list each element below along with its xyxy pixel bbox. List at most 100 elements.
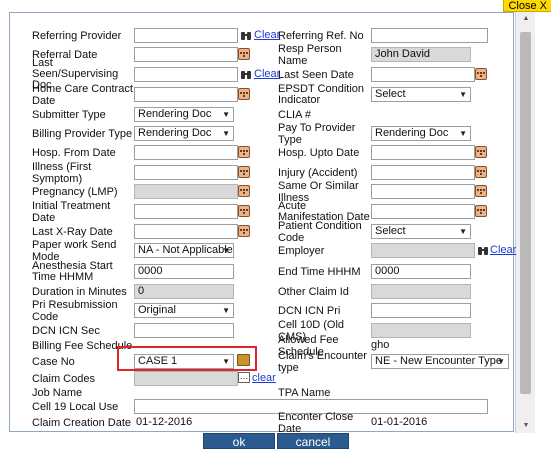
form-row: Pregnancy (LMP) Same Or Similar Illness	[10, 179, 515, 204]
pregnancy-lmp-field	[134, 184, 238, 199]
last-seen-date-label: Last Seen Date	[278, 68, 354, 81]
patient-condition-code-value: Select	[375, 225, 406, 237]
claim-creation-date-label: Claim Creation Date	[32, 416, 132, 429]
claim-creation-date-value: 01-12-2016	[136, 416, 193, 428]
chevron-down-icon: ▼	[459, 90, 467, 99]
referral-date-input[interactable]	[134, 47, 238, 62]
chevron-down-icon: ▼	[459, 227, 467, 236]
calendar-icon[interactable]	[238, 205, 250, 217]
calendar-icon[interactable]	[475, 205, 487, 217]
scroll-thumb[interactable]	[520, 32, 531, 394]
pay-to-provider-type-label: Pay To Provider Type	[278, 121, 356, 146]
paper-work-send-mode-label: Paper work Send Mode	[32, 238, 117, 263]
paper-work-send-mode-select[interactable]: NA - Not Applicable ▼	[134, 243, 234, 258]
calendar-icon[interactable]	[238, 166, 250, 178]
illness-first-symptom-input[interactable]	[134, 165, 238, 180]
billing-provider-type-value: Rendering Doc	[138, 127, 212, 139]
scroll-down-icon[interactable]: ▼	[516, 419, 536, 433]
same-or-similar-illness-input[interactable]	[371, 184, 475, 199]
pri-resubmission-code-select[interactable]: Original ▼	[134, 303, 234, 318]
last-seen-doc-input[interactable]	[134, 67, 238, 82]
pay-to-provider-type-select[interactable]: Rendering Doc ▼	[371, 126, 471, 141]
binoculars-icon[interactable]	[240, 29, 252, 41]
referring-provider-input[interactable]	[134, 28, 238, 43]
employer-field	[371, 243, 475, 258]
calendar-icon[interactable]	[238, 185, 250, 197]
calendar-icon[interactable]	[238, 225, 250, 237]
duration-minutes-field: 0	[134, 284, 234, 299]
patient-condition-code-label: Patient Condition Code	[278, 219, 362, 244]
initial-treatment-date-label: Initial Treatment Date	[32, 199, 111, 224]
calendar-icon[interactable]	[238, 48, 250, 60]
injury-accident-input[interactable]	[371, 165, 475, 180]
acute-manifestation-date-input[interactable]	[371, 204, 475, 219]
last-seen-doc-label: Last Seen/Supervising Doc	[32, 57, 119, 91]
encounter-close-date-value: 01-01-2016	[371, 416, 428, 428]
form-row: Claim Creation Date 01-12-2016 Enconter …	[10, 410, 515, 435]
cell-10d-field	[371, 323, 471, 338]
billing-provider-type-label: Billing Provider Type	[32, 127, 133, 140]
resp-person-name-label: Resp Person Name	[278, 42, 342, 67]
ellipsis-icon[interactable]: …	[238, 372, 250, 383]
encounter-close-date-label: Enconter Close Date	[278, 410, 354, 435]
employer-clear-link[interactable]: Clear	[490, 241, 516, 260]
end-time-input[interactable]: 0000	[371, 264, 471, 279]
chevron-down-icon: ▼	[497, 357, 505, 366]
form-row: Pri Resubmission Code Original ▼ DCN ICN …	[10, 298, 515, 323]
form-row: Hosp. From Date Hosp. Upto Date	[10, 143, 515, 162]
pregnancy-lmp-label: Pregnancy (LMP)	[32, 185, 118, 198]
binoculars-icon[interactable]	[477, 244, 489, 256]
end-time-label: End Time HHHM	[278, 265, 361, 278]
binoculars-icon[interactable]	[240, 68, 252, 80]
paper-work-send-mode-value: NA - Not Applicable	[138, 244, 233, 256]
last-seen-doc-clear-link[interactable]: Clear	[254, 65, 280, 84]
other-claim-id-label: Other Claim Id	[278, 285, 349, 298]
calendar-icon[interactable]	[475, 146, 487, 158]
form-row: Initial Treatment Date Acute Manifestati…	[10, 199, 515, 224]
dcn-icn-sec-input[interactable]	[134, 323, 234, 338]
pay-to-provider-type-value: Rendering Doc	[375, 127, 449, 139]
home-care-contract-date-input[interactable]	[134, 87, 238, 102]
submitter-type-value: Rendering Doc	[138, 108, 212, 120]
epsdt-condition-label: EPSDT Condition Indicator	[278, 82, 365, 106]
patient-condition-code-select[interactable]: Select ▼	[371, 224, 471, 239]
referring-provider-clear-link[interactable]: Clear	[254, 26, 280, 45]
calendar-icon[interactable]	[238, 88, 250, 100]
form-row: Home Care Contract Date EPSDT Condition …	[10, 82, 515, 107]
hosp-upto-date-input[interactable]	[371, 145, 475, 160]
chevron-down-icon: ▼	[222, 110, 230, 119]
calendar-icon[interactable]	[238, 146, 250, 158]
form-row: Billing Provider Type Rendering Doc ▼ Pay…	[10, 121, 515, 146]
hosp-from-date-input[interactable]	[134, 145, 238, 160]
calendar-icon[interactable]	[475, 166, 487, 178]
referring-provider-label: Referring Provider	[32, 29, 122, 42]
pri-resubmission-code-label: Pri Resubmission Code	[32, 298, 118, 323]
claims-encounter-type-select[interactable]: NE - New Encounter Type ▼	[371, 354, 509, 369]
submitter-type-select[interactable]: Rendering Doc ▼	[134, 107, 234, 122]
cancel-button[interactable]: cancel	[277, 433, 349, 449]
form-row: Anesthesia Start Time HHMM 0000 End Time…	[10, 259, 515, 283]
employer-label: Employer	[278, 244, 325, 257]
initial-treatment-date-input[interactable]	[134, 204, 238, 219]
chevron-down-icon: ▼	[222, 306, 230, 315]
billing-provider-type-select[interactable]: Rendering Doc ▼	[134, 126, 234, 141]
last-seen-date-input[interactable]	[371, 67, 475, 82]
form-row: Paper work Send Mode NA - Not Applicable…	[10, 238, 516, 263]
scroll-up-icon[interactable]: ▲	[516, 12, 536, 26]
ok-button[interactable]: ok	[203, 433, 275, 449]
home-care-contract-date-label: Home Care Contract Date	[32, 82, 133, 107]
calendar-icon[interactable]	[475, 185, 487, 197]
epsdt-condition-select[interactable]: Select ▼	[371, 87, 471, 102]
anesthesia-start-time-input[interactable]: 0000	[134, 264, 234, 279]
submitter-type-label: Submitter Type	[32, 108, 106, 121]
dcn-icn-pri-input[interactable]	[371, 303, 471, 318]
anesthesia-start-time-label: Anesthesia Start Time HHMM	[32, 259, 113, 283]
calendar-icon[interactable]	[475, 68, 487, 80]
same-or-similar-illness-label: Same Or Similar Illness	[278, 179, 359, 204]
form-row: Illness (First Symptom) Injury (Accident…	[10, 161, 515, 185]
referring-ref-no-input[interactable]	[371, 28, 488, 43]
last-xray-date-input[interactable]	[134, 224, 238, 239]
close-button[interactable]: Close X	[503, 0, 551, 12]
vertical-scrollbar[interactable]: ▲ ▼	[515, 12, 535, 433]
hosp-upto-date-label: Hosp. Upto Date	[278, 146, 360, 159]
